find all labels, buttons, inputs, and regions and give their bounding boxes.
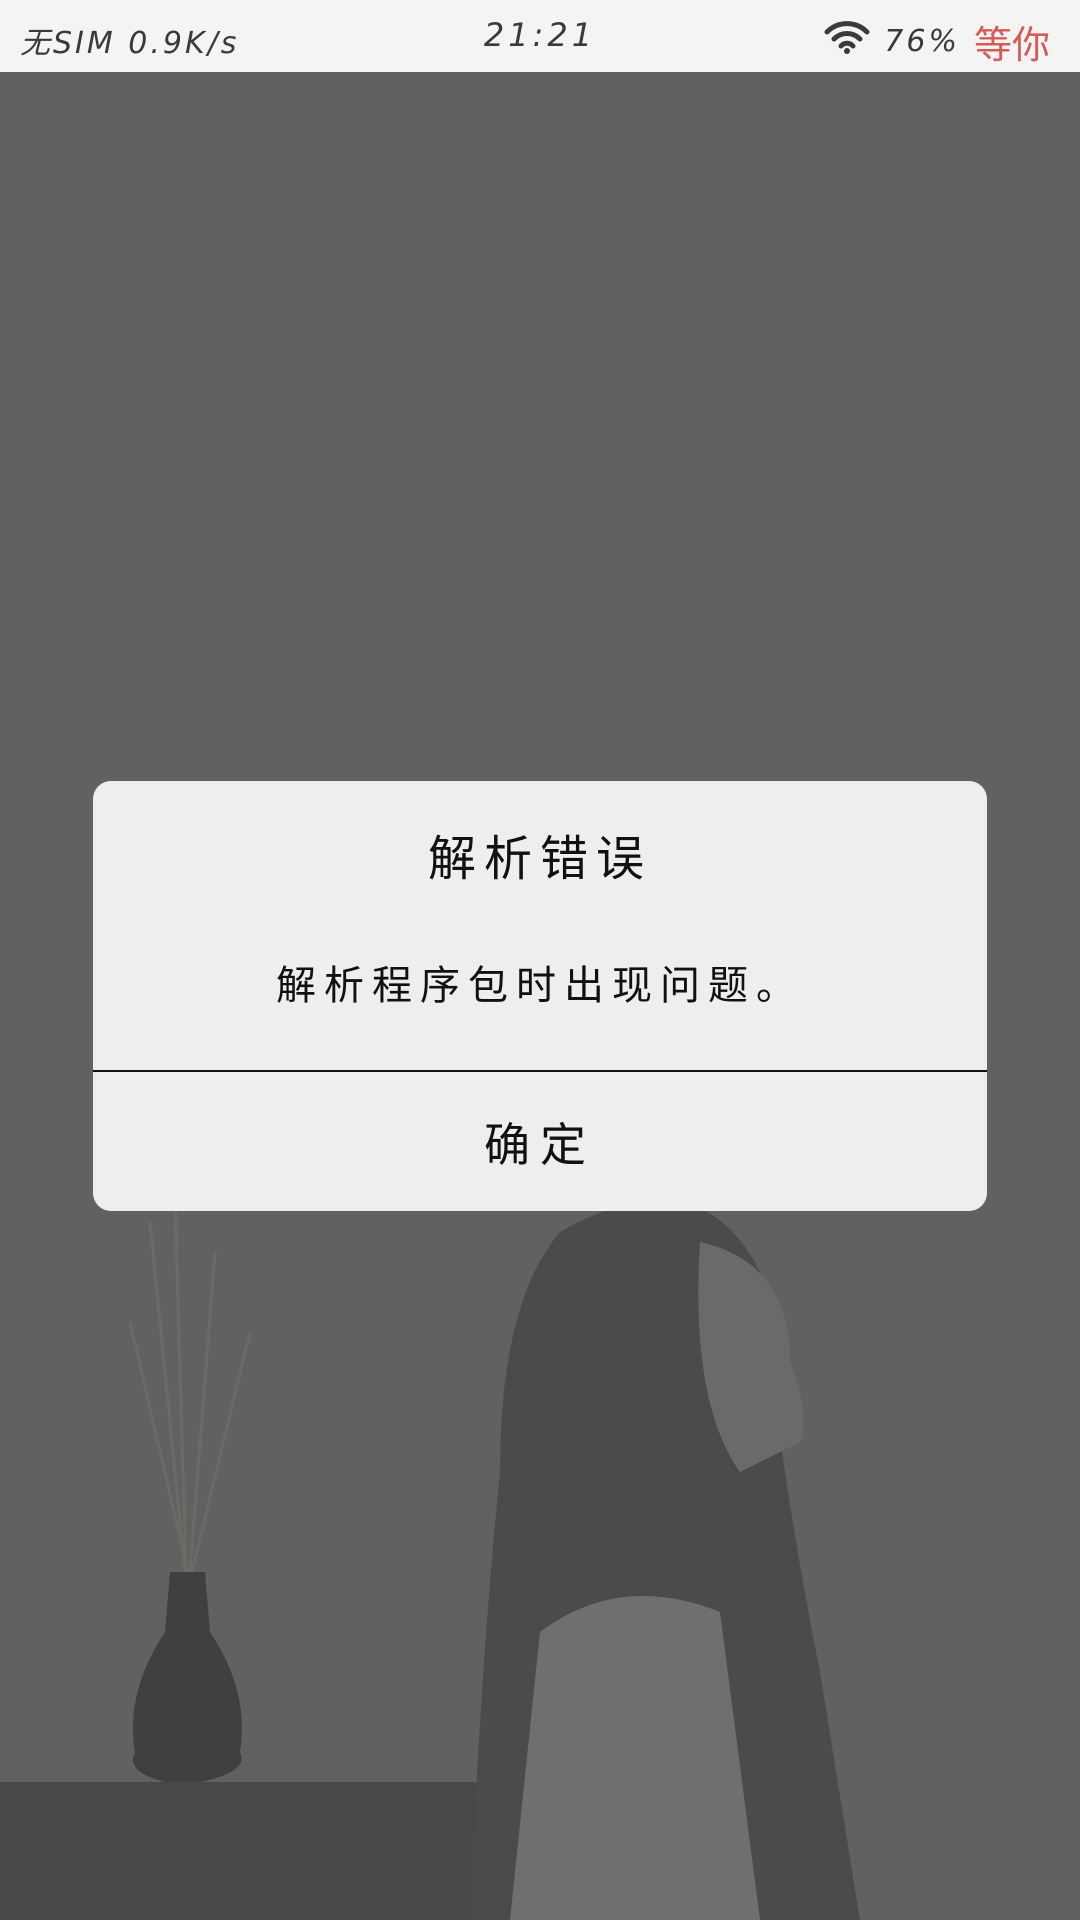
- ok-button[interactable]: 确定: [93, 1072, 987, 1211]
- status-bar: 无SIM 0.9K/s 21:21 76% 等你: [0, 0, 1080, 72]
- status-right-group: 76% 等你: [824, 14, 1050, 69]
- dialog-message: 解析程序包时出现问题。: [276, 963, 804, 1009]
- status-extra-text: 等你: [973, 23, 1050, 67]
- wifi-icon: [824, 20, 870, 63]
- screen: 无SIM 0.9K/s 21:21 76% 等你 解析错误 解析程序包时出现问题…: [0, 0, 1080, 1920]
- dialog-title: 解析错误: [427, 831, 652, 887]
- battery-percent: 76%: [884, 24, 960, 59]
- error-dialog: 解析错误 解析程序包时出现问题。 确定: [93, 781, 987, 1211]
